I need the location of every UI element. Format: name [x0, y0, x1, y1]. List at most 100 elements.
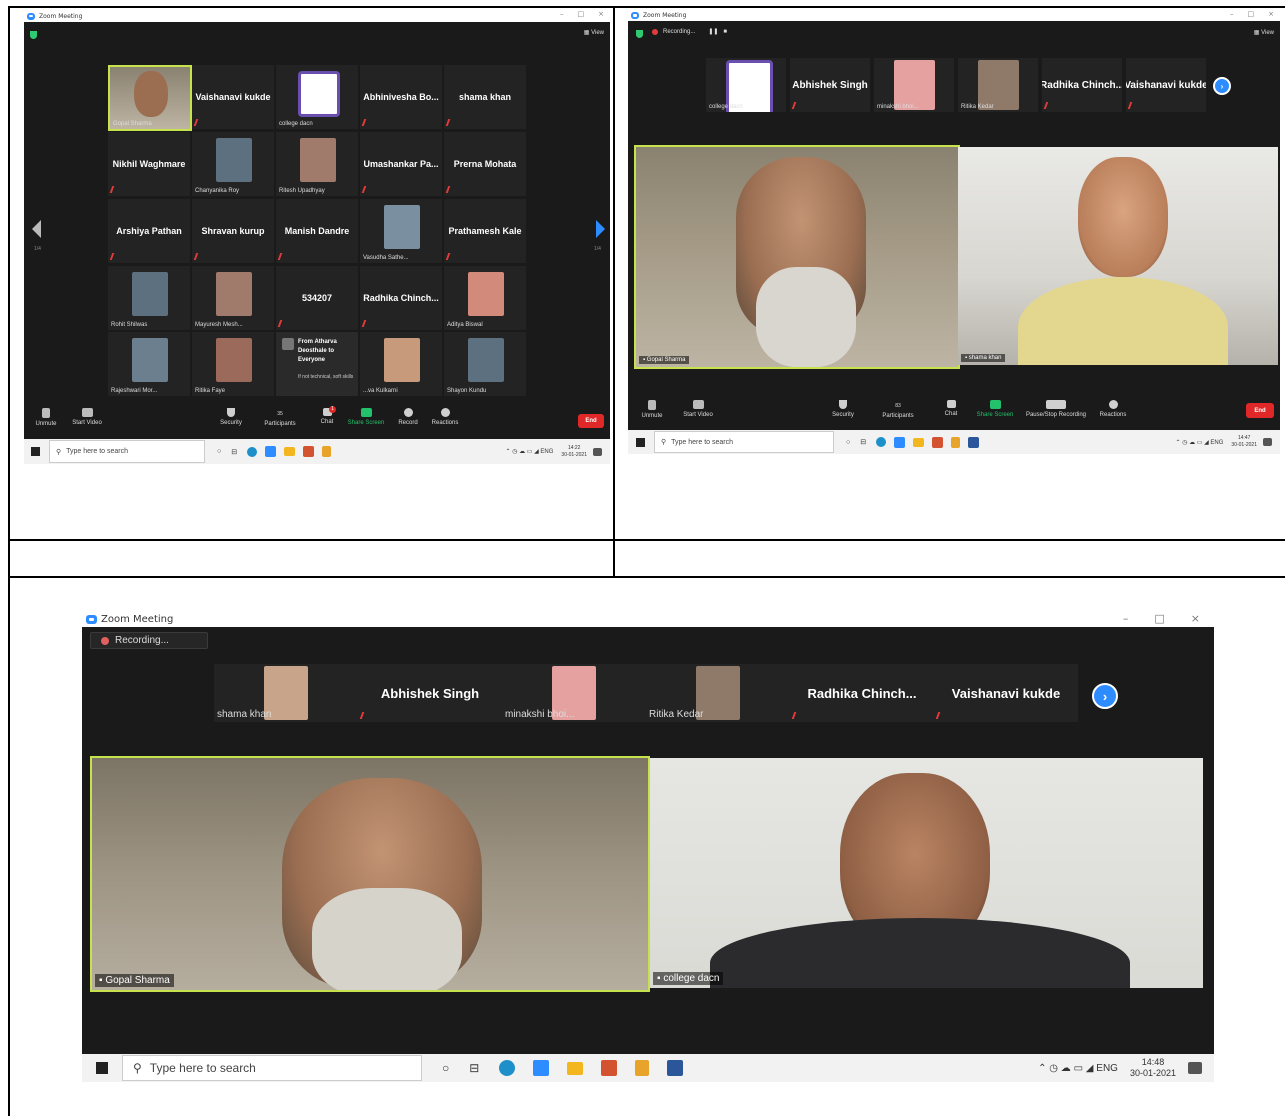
app-icon[interactable] [635, 1060, 650, 1076]
close-icon[interactable]: × [1191, 612, 1200, 625]
minimize-icon[interactable]: – [560, 10, 564, 18]
security-button[interactable]: Security [828, 400, 858, 418]
participant-tile[interactable]: Prerna Mohata [444, 132, 526, 196]
participant-tile[interactable]: Abhinivesha Bo... [360, 65, 442, 129]
edge-icon[interactable] [499, 1060, 516, 1076]
unmute-button[interactable]: Unmute [32, 408, 60, 427]
start-video-button[interactable]: Start Video [680, 400, 716, 418]
edge-icon[interactable] [247, 446, 258, 457]
powerpoint-icon[interactable] [601, 1060, 618, 1076]
participant-tile[interactable]: Radhika Chinch... [790, 664, 934, 722]
task-view-icon[interactable]: ○ [217, 448, 221, 455]
unmute-button[interactable]: Unmute [638, 400, 666, 419]
participant-tile[interactable]: 534207 [276, 266, 358, 330]
end-button[interactable]: End [1246, 403, 1274, 418]
view-button[interactable]: ▦ View [584, 29, 604, 36]
chat-button[interactable]: Chat [940, 400, 962, 417]
participants-button[interactable]: 35 Participants [260, 408, 300, 427]
participant-tile[interactable]: minakshi bhoi... [502, 664, 646, 722]
view-button[interactable]: ▦ View [1254, 29, 1274, 36]
participant-tile[interactable]: college dacn [276, 65, 358, 129]
app-icon[interactable] [951, 436, 961, 448]
participant-tile[interactable]: Shravan kurup [192, 199, 274, 263]
taskbar-search[interactable]: ⚲ Type here to search [49, 440, 205, 463]
participant-tile[interactable]: Umashankar Pa... [360, 132, 442, 196]
windows-start-icon[interactable] [636, 437, 645, 447]
next-page-arrow-icon[interactable] [596, 220, 605, 238]
participant-tile[interactable]: Ritesh Upadhyay [276, 132, 358, 196]
taskview-icon[interactable]: ⊟ [860, 438, 866, 446]
participant-tile[interactable]: Ritika Kedar [958, 58, 1038, 112]
powerpoint-icon[interactable] [932, 436, 944, 448]
stop-recording-icon[interactable]: ■ [723, 29, 727, 35]
next-strip-arrow-icon[interactable]: › [1213, 77, 1231, 95]
notification-icon[interactable] [593, 447, 602, 456]
participant-tile[interactable]: Radhika Chinch... [360, 266, 442, 330]
participant-tile[interactable]: Vaishanavi kukde [934, 664, 1078, 722]
participants-button[interactable]: 83 Participants [876, 400, 920, 419]
task-view-icon[interactable]: ○ [846, 439, 850, 446]
share-screen-button[interactable]: Share Screen [974, 400, 1016, 418]
powerpoint-icon[interactable] [303, 446, 315, 457]
participant-tile[interactable]: shama khan [214, 664, 358, 722]
reactions-button[interactable]: Reactions [428, 408, 462, 426]
end-button[interactable]: End [578, 414, 604, 428]
participant-tile[interactable]: Manish Dandre [276, 199, 358, 263]
reactions-button[interactable]: Reactions [1096, 400, 1130, 418]
participant-tile[interactable]: Rajeshwari Mor... [108, 332, 190, 396]
file-explorer-icon[interactable] [284, 447, 296, 456]
share-screen-button[interactable]: Share Screen [346, 408, 386, 426]
participant-tile[interactable]: Chanyanika Roy [192, 132, 274, 196]
chat-button[interactable]: 1 Chat [316, 406, 338, 425]
app-icon[interactable] [322, 446, 332, 457]
participant-tile[interactable]: college dacn [706, 58, 786, 112]
windows-start-icon[interactable] [31, 447, 40, 456]
taskbar-search[interactable]: ⚲ Type here to search [122, 1055, 422, 1081]
notification-icon[interactable] [1188, 1062, 1202, 1074]
maximize-icon[interactable]: □ [1248, 10, 1255, 18]
close-icon[interactable]: × [1268, 10, 1274, 18]
zoom-taskbar-icon[interactable] [265, 446, 277, 457]
participant-tile[interactable]: Mayuresh Mesh... [192, 266, 274, 330]
edge-icon[interactable] [876, 437, 887, 447]
participant-tile[interactable]: Shayon Kundu [444, 332, 526, 396]
participant-tile[interactable]: Ritika Kedar [646, 664, 790, 722]
participant-tile[interactable]: Aditya Biswal [444, 266, 526, 330]
participant-tile[interactable]: Vasudha Sathe... [360, 199, 442, 263]
participant-tile[interactable]: Rohit Shilwas [108, 266, 190, 330]
windows-start-icon[interactable] [96, 1062, 108, 1074]
task-view-icon[interactable]: ○ [442, 1061, 449, 1075]
next-strip-arrow-icon[interactable]: › [1092, 683, 1118, 709]
participant-tile[interactable]: minakshi bhoi... [874, 58, 954, 112]
minimize-icon[interactable]: – [1230, 10, 1234, 18]
start-video-button[interactable]: Start Video [70, 408, 104, 426]
record-button[interactable]: Record [396, 408, 420, 426]
participant-tile[interactable]: Radhika Chinch... [1042, 58, 1122, 112]
participant-tile[interactable]: Vaishanavi kukde [1126, 58, 1206, 112]
file-explorer-icon[interactable] [567, 1061, 584, 1075]
chat-popup[interactable]: From Atharva Deosthale to Everyone If not… [276, 332, 358, 396]
word-icon[interactable] [667, 1060, 684, 1076]
file-explorer-icon[interactable] [913, 437, 925, 447]
participant-tile[interactable]: Nikhil Waghmare [108, 132, 190, 196]
maximize-icon[interactable]: □ [1154, 612, 1164, 625]
participant-tile[interactable]: shama khan [444, 65, 526, 129]
taskview-icon[interactable]: ⊟ [469, 1061, 479, 1075]
taskview-icon[interactable]: ⊟ [231, 448, 237, 456]
notification-icon[interactable] [1263, 438, 1272, 446]
participant-tile[interactable]: Abhishek Singh [790, 58, 870, 112]
taskbar-search[interactable]: ⚲ Type here to search [654, 431, 834, 453]
close-icon[interactable]: × [598, 10, 604, 18]
participant-tile[interactable]: Abhishek Singh [358, 664, 502, 722]
participant-tile[interactable]: Ritika Faye [192, 332, 274, 396]
participant-tile[interactable]: Vaishanavi kukde [192, 65, 274, 129]
security-button[interactable]: Security [216, 408, 246, 426]
pause-recording-button[interactable]: Pause/Stop Recording [1022, 400, 1090, 418]
word-icon[interactable] [968, 436, 980, 448]
participant-tile[interactable]: Prathamesh Kale [444, 199, 526, 263]
minimize-icon[interactable]: – [1123, 612, 1129, 625]
zoom-taskbar-icon[interactable] [533, 1060, 550, 1076]
pause-recording-icon[interactable]: ❚❚ [708, 28, 718, 35]
participant-tile[interactable]: ...va Kulkarni [360, 332, 442, 396]
zoom-taskbar-icon[interactable] [894, 436, 906, 448]
